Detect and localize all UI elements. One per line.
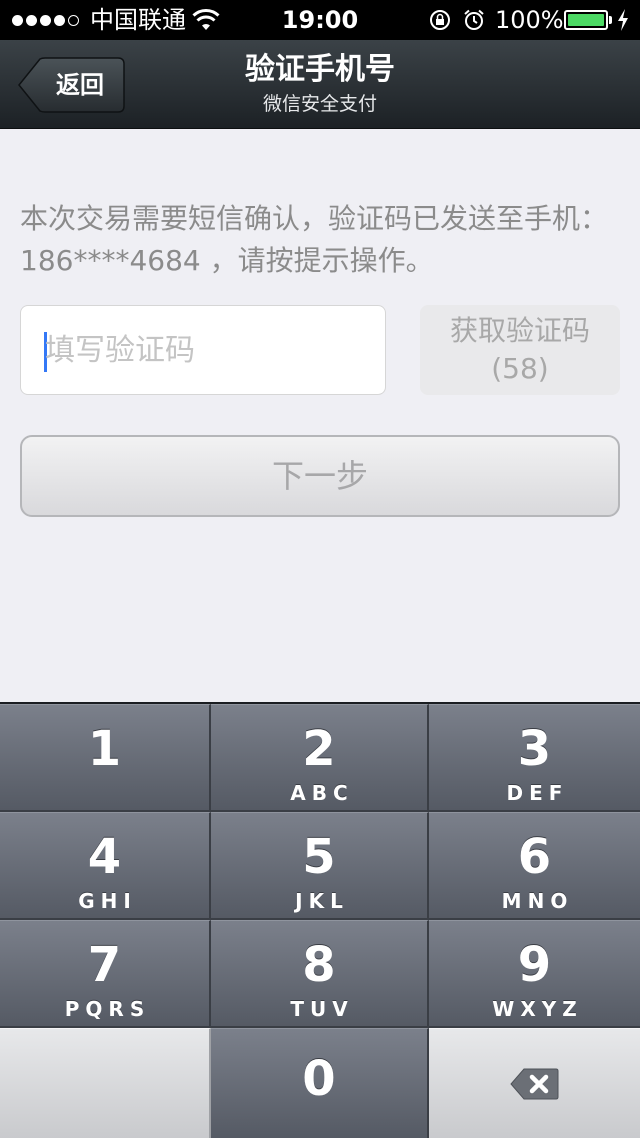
key-digit: 5 xyxy=(302,829,336,885)
key-2[interactable]: 2 ABC xyxy=(211,704,429,812)
status-bar: 中国联通 19:00 100% xyxy=(0,0,640,40)
key-9[interactable]: 9 WXYZ xyxy=(429,920,640,1028)
key-3[interactable]: 3 DEF xyxy=(429,704,640,812)
key-4[interactable]: 4 GHI xyxy=(0,812,211,920)
next-step-button[interactable]: 下一步 xyxy=(20,435,620,517)
key-1[interactable]: 1 xyxy=(0,704,211,812)
key-letters: JKL xyxy=(295,889,349,913)
get-code-countdown: (58) xyxy=(491,352,549,385)
page-subtitle: 微信安全支付 xyxy=(262,93,377,115)
key-6[interactable]: 6 MNO xyxy=(429,812,640,920)
alarm-icon xyxy=(464,9,484,30)
charging-bolt-icon xyxy=(618,9,628,31)
key-digit: 0 xyxy=(302,1051,336,1107)
key-8[interactable]: 8 TUV xyxy=(211,920,429,1028)
sms-instruction-text: 本次交易需要短信确认，验证码已发送至手机：186****4684 ，请按提示操作… xyxy=(20,202,609,277)
backspace-icon xyxy=(509,1068,558,1099)
delete-key[interactable] xyxy=(429,1028,640,1138)
get-code-label: 获取验证码 xyxy=(449,314,590,347)
verification-code-field[interactable] xyxy=(20,305,386,395)
numeric-keypad: 1 2 ABC 3 DEF 4 GHI 5 JKL 6 MNO 7 PQRS 8… xyxy=(0,702,640,1138)
key-digit: 6 xyxy=(517,829,552,885)
key-digit: 2 xyxy=(302,721,336,777)
key-0[interactable]: 0 xyxy=(211,1028,429,1138)
get-code-button[interactable]: 获取验证码 (58) xyxy=(420,305,620,395)
key-digit: 7 xyxy=(87,937,122,993)
key-letters: WXYZ xyxy=(492,997,583,1021)
key-letters: GHI xyxy=(78,889,137,913)
keypad-blank-key xyxy=(0,1028,211,1138)
navigation-bar: 返回 验证手机号 微信安全支付 xyxy=(0,40,640,129)
key-5[interactable]: 5 JKL xyxy=(211,812,429,920)
key-letters: PQRS xyxy=(64,997,151,1021)
key-letters: ABC xyxy=(290,781,354,805)
key-digit: 8 xyxy=(302,937,336,993)
verification-code-input[interactable] xyxy=(45,306,375,394)
battery-percentage: 100% xyxy=(495,6,564,34)
key-7[interactable]: 7 PQRS xyxy=(0,920,211,1028)
key-letters: DEF xyxy=(506,781,569,805)
page-title: 验证手机号 xyxy=(245,52,395,87)
key-digit: 1 xyxy=(87,721,122,777)
key-digit: 4 xyxy=(87,829,122,885)
battery-tip xyxy=(609,16,612,24)
rotation-lock-icon xyxy=(430,10,450,30)
key-digit: 3 xyxy=(517,721,552,777)
key-letters: MNO xyxy=(501,889,574,913)
key-letters: TUV xyxy=(290,997,354,1021)
battery-fill xyxy=(568,14,604,26)
battery-icon xyxy=(564,10,608,30)
key-digit: 9 xyxy=(517,937,552,993)
